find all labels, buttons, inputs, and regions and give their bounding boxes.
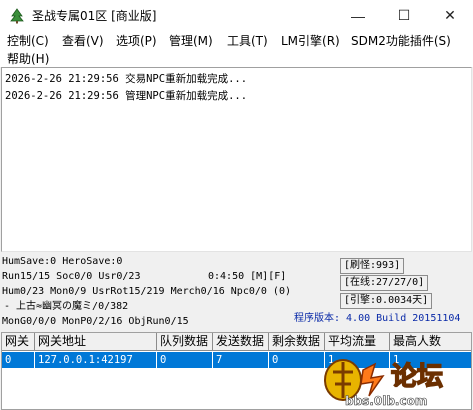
column-header-sent[interactable]: 发送数据 bbox=[213, 333, 269, 351]
watermark-forum-text: 论坛 bbox=[390, 361, 444, 393]
log-panel[interactable]: 2026-2-26 21:29:56 交易NPC重新加载完成... 2026-2… bbox=[1, 67, 472, 252]
menu-bar: 控制(C) 查看(V) 选项(P) 管理(M) 工具(T) LM引擎(R) SD… bbox=[0, 31, 473, 67]
menu-tools[interactable]: 工具(T) bbox=[227, 32, 268, 50]
watermark-url: bbs.0lb.com bbox=[345, 394, 428, 409]
status-version: 程序版本: 4.00 Build 20151104 bbox=[294, 313, 461, 324]
column-header-queue[interactable]: 队列数据 bbox=[157, 333, 213, 351]
minimize-button[interactable]: — bbox=[335, 0, 381, 31]
forum-watermark-logo: 论坛 bbs.0lb.com bbox=[313, 350, 473, 410]
menu-options[interactable]: 选项(P) bbox=[116, 32, 157, 50]
menu-help[interactable]: 帮助(H) bbox=[7, 50, 49, 68]
table-header: 网关 网关地址 队列数据 发送数据 剩余数据 平均流量 最高人数 bbox=[2, 333, 471, 351]
status-hum: Hum0/23 Mon0/9 UsrRot15/219 Merch0/16 Np… bbox=[2, 286, 291, 297]
menu-lm-engine[interactable]: LM引擎(R) bbox=[281, 32, 340, 50]
cell-address: 127.0.0.1:42197 bbox=[35, 352, 157, 368]
menu-control[interactable]: 控制(C) bbox=[7, 32, 49, 50]
status-engine: [引擎:0.0034天] bbox=[340, 293, 433, 309]
window-title: 圣战专属01区 [商业版] bbox=[32, 9, 157, 23]
title-bar: 圣战专属01区 [商业版] — ☐ ✕ bbox=[0, 0, 473, 31]
status-refresh-monsters: [刷怪:993] bbox=[340, 258, 405, 274]
column-header-remaining[interactable]: 剩余数据 bbox=[269, 333, 325, 351]
menu-view[interactable]: 查看(V) bbox=[62, 32, 104, 50]
column-header-max-users[interactable]: 最高人数 bbox=[390, 333, 471, 351]
log-line: 2026-2-26 21:29:56 交易NPC重新加载完成... bbox=[5, 73, 248, 85]
cell-gateway: 0 bbox=[2, 352, 35, 368]
status-online: [在线:27/27/0] bbox=[340, 275, 429, 291]
status-panel: HumSave:0 HeroSave:0 Run15/15 Soc0/0 Usr… bbox=[0, 254, 473, 330]
status-run: Run15/15 Soc0/0 Usr0/23 bbox=[2, 271, 141, 282]
status-mongo: MonG0/0/0 MonP0/2/16 ObjRun0/15 bbox=[2, 316, 189, 327]
column-header-avg-traffic[interactable]: 平均流量 bbox=[325, 333, 390, 351]
status-hum-save: HumSave:0 HeroSave:0 bbox=[2, 256, 123, 267]
cell-sent: 7 bbox=[213, 352, 269, 368]
log-line: 2026-2-26 21:29:56 管理NPC重新加载完成... bbox=[5, 90, 248, 102]
close-button[interactable]: ✕ bbox=[427, 0, 473, 31]
maximize-button[interactable]: ☐ bbox=[381, 0, 427, 31]
column-header-address[interactable]: 网关地址 bbox=[35, 333, 157, 351]
menu-manage[interactable]: 管理(M) bbox=[169, 32, 213, 50]
status-map: - 上古≈幽冥の魔ミ/0/382 bbox=[4, 301, 129, 312]
status-time: 0:4:50 [M][F] bbox=[208, 271, 287, 282]
column-header-gateway[interactable]: 网关 bbox=[2, 333, 35, 351]
menu-sdm2-plugins[interactable]: SDM2功能插件(S) bbox=[351, 32, 451, 50]
cell-queue: 0 bbox=[157, 352, 213, 368]
app-tree-icon bbox=[9, 7, 25, 24]
